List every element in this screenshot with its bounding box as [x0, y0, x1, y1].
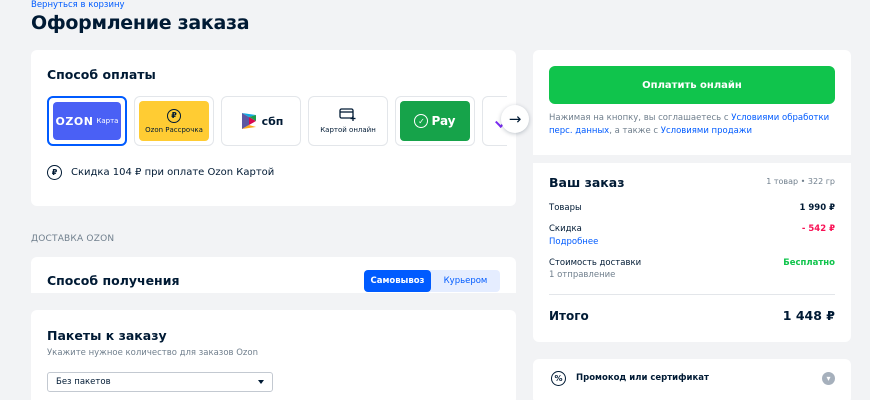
receive-method-title: Способ получения: [47, 273, 180, 288]
bags-select-value: Без пакетов: [56, 377, 111, 387]
payment-option-installment[interactable]: ₽ Ozon Рассрочка: [134, 96, 214, 146]
chevron-down-icon: [258, 380, 264, 384]
page-title: Оформление заказа: [31, 12, 250, 34]
promo-code-label: Промокод или сертификат: [576, 373, 709, 383]
divider: [533, 155, 851, 163]
payment-methods-carousel: OZON Карта ₽ Ozon Рассрочка сбп Картой о…: [47, 96, 507, 148]
payment-option-card-online[interactable]: Картой онлайн: [308, 96, 388, 146]
pay-online-button[interactable]: Оплатить онлайн: [549, 66, 835, 104]
total-label: Итого: [549, 309, 589, 323]
ruble-circle-icon: ₽: [47, 165, 62, 180]
ozon-card-discount: ₽ Скидка 104 ₽ при оплате Ozon Картой: [47, 165, 274, 180]
order-title: Ваш заказ: [549, 175, 625, 190]
pickup-option-button[interactable]: Самовывоз: [364, 270, 431, 292]
percent-icon: %: [551, 371, 566, 386]
bags-subtitle: Укажите нужное количество для заказов Oz…: [47, 348, 258, 358]
discount-value: - 542 ₽: [801, 224, 835, 234]
delivery-toggle: Самовывоз Курьером: [364, 270, 500, 292]
shipments-count: 1 отправление: [549, 270, 616, 280]
total-value: 1 448 ₽: [782, 308, 835, 323]
delivery-cost-value: Бесплатно: [783, 258, 835, 268]
back-to-cart-link[interactable]: Вернуться в корзину: [31, 0, 125, 10]
carousel-next-arrow-icon[interactable]: →: [501, 105, 529, 133]
ruble-circle-icon: ₽: [167, 108, 181, 123]
goods-value: 1 990 ₽: [799, 203, 836, 213]
payment-option-label: Карта: [96, 117, 119, 125]
payment-option-pay[interactable]: ✓ Pay: [395, 96, 475, 146]
courier-option-button[interactable]: Курьером: [431, 270, 500, 292]
bags-title: Пакеты к заказу: [47, 328, 167, 343]
divider: [549, 294, 835, 295]
agreement-text: Нажимая на кнопку, вы соглашаетесь с Усл…: [549, 113, 830, 136]
payment-option-sbp[interactable]: сбп: [221, 96, 301, 146]
payment-option-label: сбп: [261, 114, 284, 128]
delivery-cost-label: Стоимость доставки: [549, 258, 642, 268]
ozon-logo: OZON: [55, 114, 94, 128]
payment-option-label: Ozon Рассрочка: [145, 125, 203, 134]
payment-option-label: Pay: [431, 114, 456, 128]
bags-select[interactable]: Без пакетов: [47, 372, 273, 392]
discount-label: Скидка: [549, 224, 582, 234]
promo-code-card[interactable]: % Промокод или сертификат ▾: [533, 359, 851, 400]
receive-method-card: Способ получения Самовывоз Курьером: [31, 257, 516, 293]
goods-label: Товары: [549, 203, 582, 213]
bags-card: Пакеты к заказу Укажите нужное количеств…: [31, 310, 516, 400]
check-circle-icon: ✓: [414, 114, 429, 128]
payment-option-label: Картой онлайн: [320, 126, 376, 134]
delivery-section-label: ДОСТАВКА OZON: [31, 234, 115, 244]
payment-option-ozon-card[interactable]: OZON Карта: [47, 96, 127, 146]
payment-method-title: Способ оплаты: [47, 67, 156, 82]
discount-text: Скидка 104 ₽ при оплате Ozon Картой: [71, 167, 275, 178]
discount-details-link[interactable]: Подробнее: [549, 237, 598, 247]
order-summary-card: Оплатить онлайн Нажимая на кнопку, вы со…: [533, 50, 851, 342]
sale-terms-link[interactable]: Условиями продажи: [661, 126, 752, 136]
sbp-logo-icon: [241, 113, 256, 129]
card-plus-icon: [339, 108, 356, 121]
chevron-down-icon[interactable]: ▾: [822, 372, 835, 385]
payment-method-card: Способ оплаты OZON Карта ₽ Ozon Рассрочк…: [31, 50, 516, 206]
order-meta: 1 товар • 322 гр: [766, 177, 835, 186]
